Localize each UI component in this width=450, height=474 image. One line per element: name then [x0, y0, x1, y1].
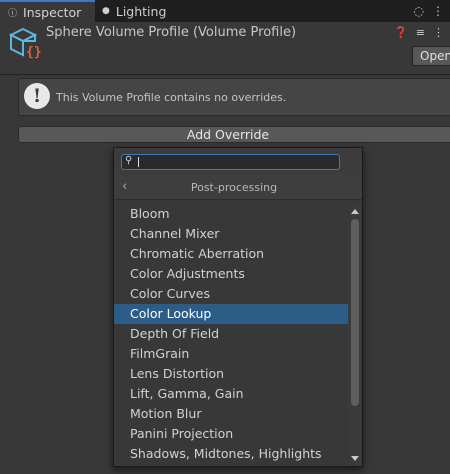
tab-inspector-label: Inspector — [23, 4, 82, 20]
list-item[interactable]: Lens Distortion — [114, 364, 350, 384]
override-list: Bloom Channel Mixer Chromatic Aberration Co… — [114, 204, 350, 464]
kebab-menu-icon[interactable]: ⋮ — [432, 4, 444, 18]
list-item[interactable]: Color Curves — [114, 284, 350, 304]
scrollbar-thumb[interactable] — [351, 219, 359, 406]
tab-lighting[interactable]: ● Lighting — [98, 0, 190, 22]
info-icon: ! — [24, 83, 50, 109]
svg-text:{}: {} — [26, 45, 41, 59]
search-icon: ⚲ — [125, 155, 133, 166]
tab-inspector[interactable]: ⓘ Inspector — [0, 0, 95, 22]
list-item[interactable]: Shadows, Midtones, Highlights — [114, 444, 350, 464]
tab-bar-controls: ◌ ⋮ — [414, 0, 450, 22]
search-row: ⚲ — [114, 148, 362, 174]
kebab-menu-icon[interactable]: ⋮ — [433, 26, 444, 39]
list-item[interactable]: Bloom — [114, 204, 350, 224]
category-title: Post-processing — [190, 181, 278, 194]
search-input[interactable]: ⚲ — [121, 154, 340, 170]
list-item[interactable]: Lift, Gamma, Gain — [114, 384, 350, 404]
list-item[interactable]: Channel Mixer — [114, 224, 350, 244]
help-box: ! This Volume Profile contains no overri… — [18, 78, 450, 116]
list-item[interactable]: Chromatic Aberration — [114, 244, 350, 264]
scroll-up-arrow-icon[interactable] — [351, 209, 359, 214]
tab-lighting-label: Lighting — [115, 3, 167, 19]
settings-sliders-icon[interactable]: ≡ — [416, 26, 425, 39]
header-divider — [0, 74, 450, 75]
add-override-popup: ⚲ ‹ Post-processing Bloom Channel Mixer Ch… — [113, 147, 363, 467]
category-header: ‹ Post-processing — [114, 174, 362, 200]
help-message: This Volume Profile contains no override… — [56, 91, 287, 104]
list-item[interactable]: FilmGrain — [114, 344, 350, 364]
lock-icon[interactable]: ◌ — [414, 4, 424, 18]
page-title: Sphere Volume Profile (Volume Profile) — [46, 25, 297, 40]
lightbulb-icon: ● — [102, 6, 110, 16]
list-item[interactable]: Motion Blur — [114, 404, 350, 424]
inspector-icon: ⓘ — [8, 8, 18, 19]
inspector-header: {} Sphere Volume Profile (Volume Profile… — [0, 22, 450, 74]
list-item[interactable]: Color Lookup — [114, 304, 350, 324]
text-caret — [138, 157, 139, 167]
list-scrollbar[interactable] — [348, 204, 362, 466]
add-override-button[interactable]: Add Override — [18, 126, 450, 143]
open-button[interactable]: Open — [412, 46, 450, 66]
help-icon[interactable]: ❓ — [394, 26, 408, 39]
scroll-down-arrow-icon[interactable] — [351, 456, 359, 461]
editor-tab-bar: ⓘ Inspector ● Lighting ◌ ⋮ — [0, 0, 450, 22]
list-item[interactable]: Color Adjustments — [114, 264, 350, 284]
list-item[interactable]: Panini Projection — [114, 424, 350, 444]
header-controls: ❓ ≡ ⋮ — [394, 26, 444, 39]
list-item[interactable]: Depth Of Field — [114, 324, 350, 344]
volume-profile-icon: {} — [9, 27, 41, 59]
